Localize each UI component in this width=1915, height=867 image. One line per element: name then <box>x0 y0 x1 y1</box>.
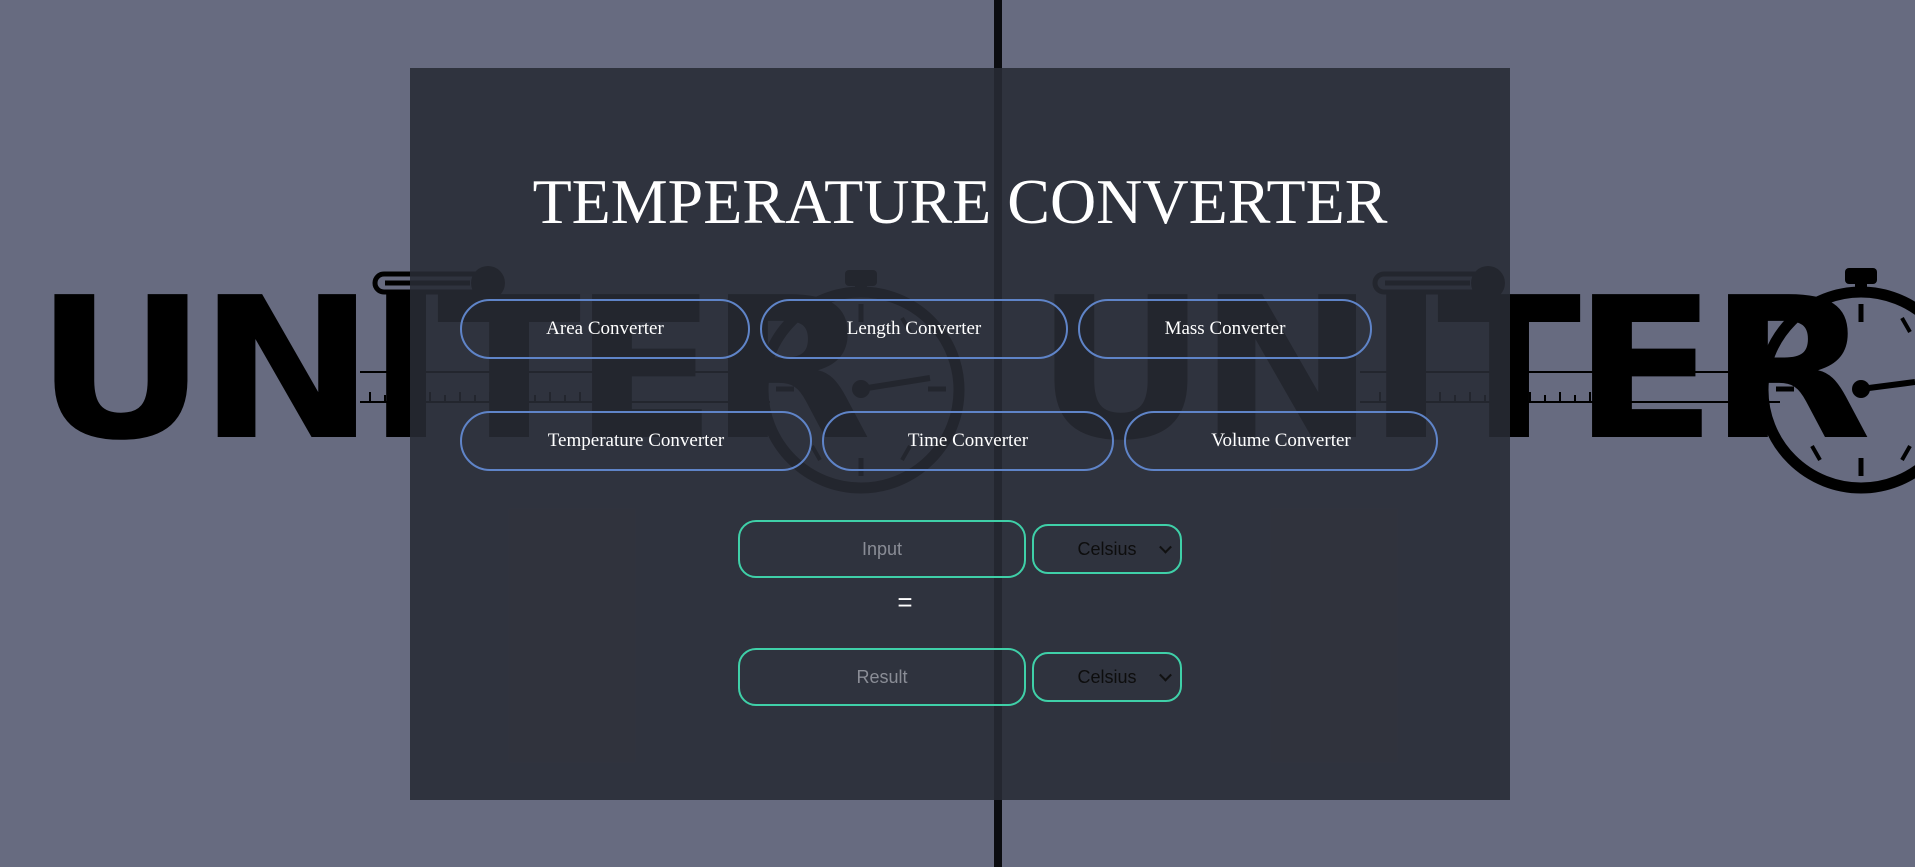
equals-sign: = <box>897 587 913 617</box>
from-unit-select[interactable]: Celsius <box>1032 524 1182 574</box>
from-unit-value: Celsius <box>1077 538 1137 559</box>
result-field[interactable] <box>738 648 1026 706</box>
nav-button-volume[interactable]: Volume Converter <box>1124 411 1438 471</box>
stopwatch-icon <box>1757 268 1915 494</box>
nav-button-length[interactable]: Length Converter <box>760 299 1068 359</box>
to-unit-value: Celsius <box>1077 666 1137 687</box>
converter-panel: TEMPERATURE CONVERTER Area Converter Len… <box>410 68 1510 800</box>
nav-button-mass[interactable]: Mass Converter <box>1078 299 1372 359</box>
page-title: TEMPERATURE CONVERTER <box>532 166 1388 237</box>
chevron-down-icon <box>1159 540 1172 554</box>
to-unit-select[interactable]: Celsius <box>1032 652 1182 702</box>
chevron-down-icon <box>1159 668 1172 682</box>
nav-button-temperature[interactable]: Temperature Converter <box>460 411 812 471</box>
nav-button-time[interactable]: Time Converter <box>822 411 1114 471</box>
nav-button-area[interactable]: Area Converter <box>460 299 750 359</box>
input-field[interactable] <box>738 520 1026 578</box>
